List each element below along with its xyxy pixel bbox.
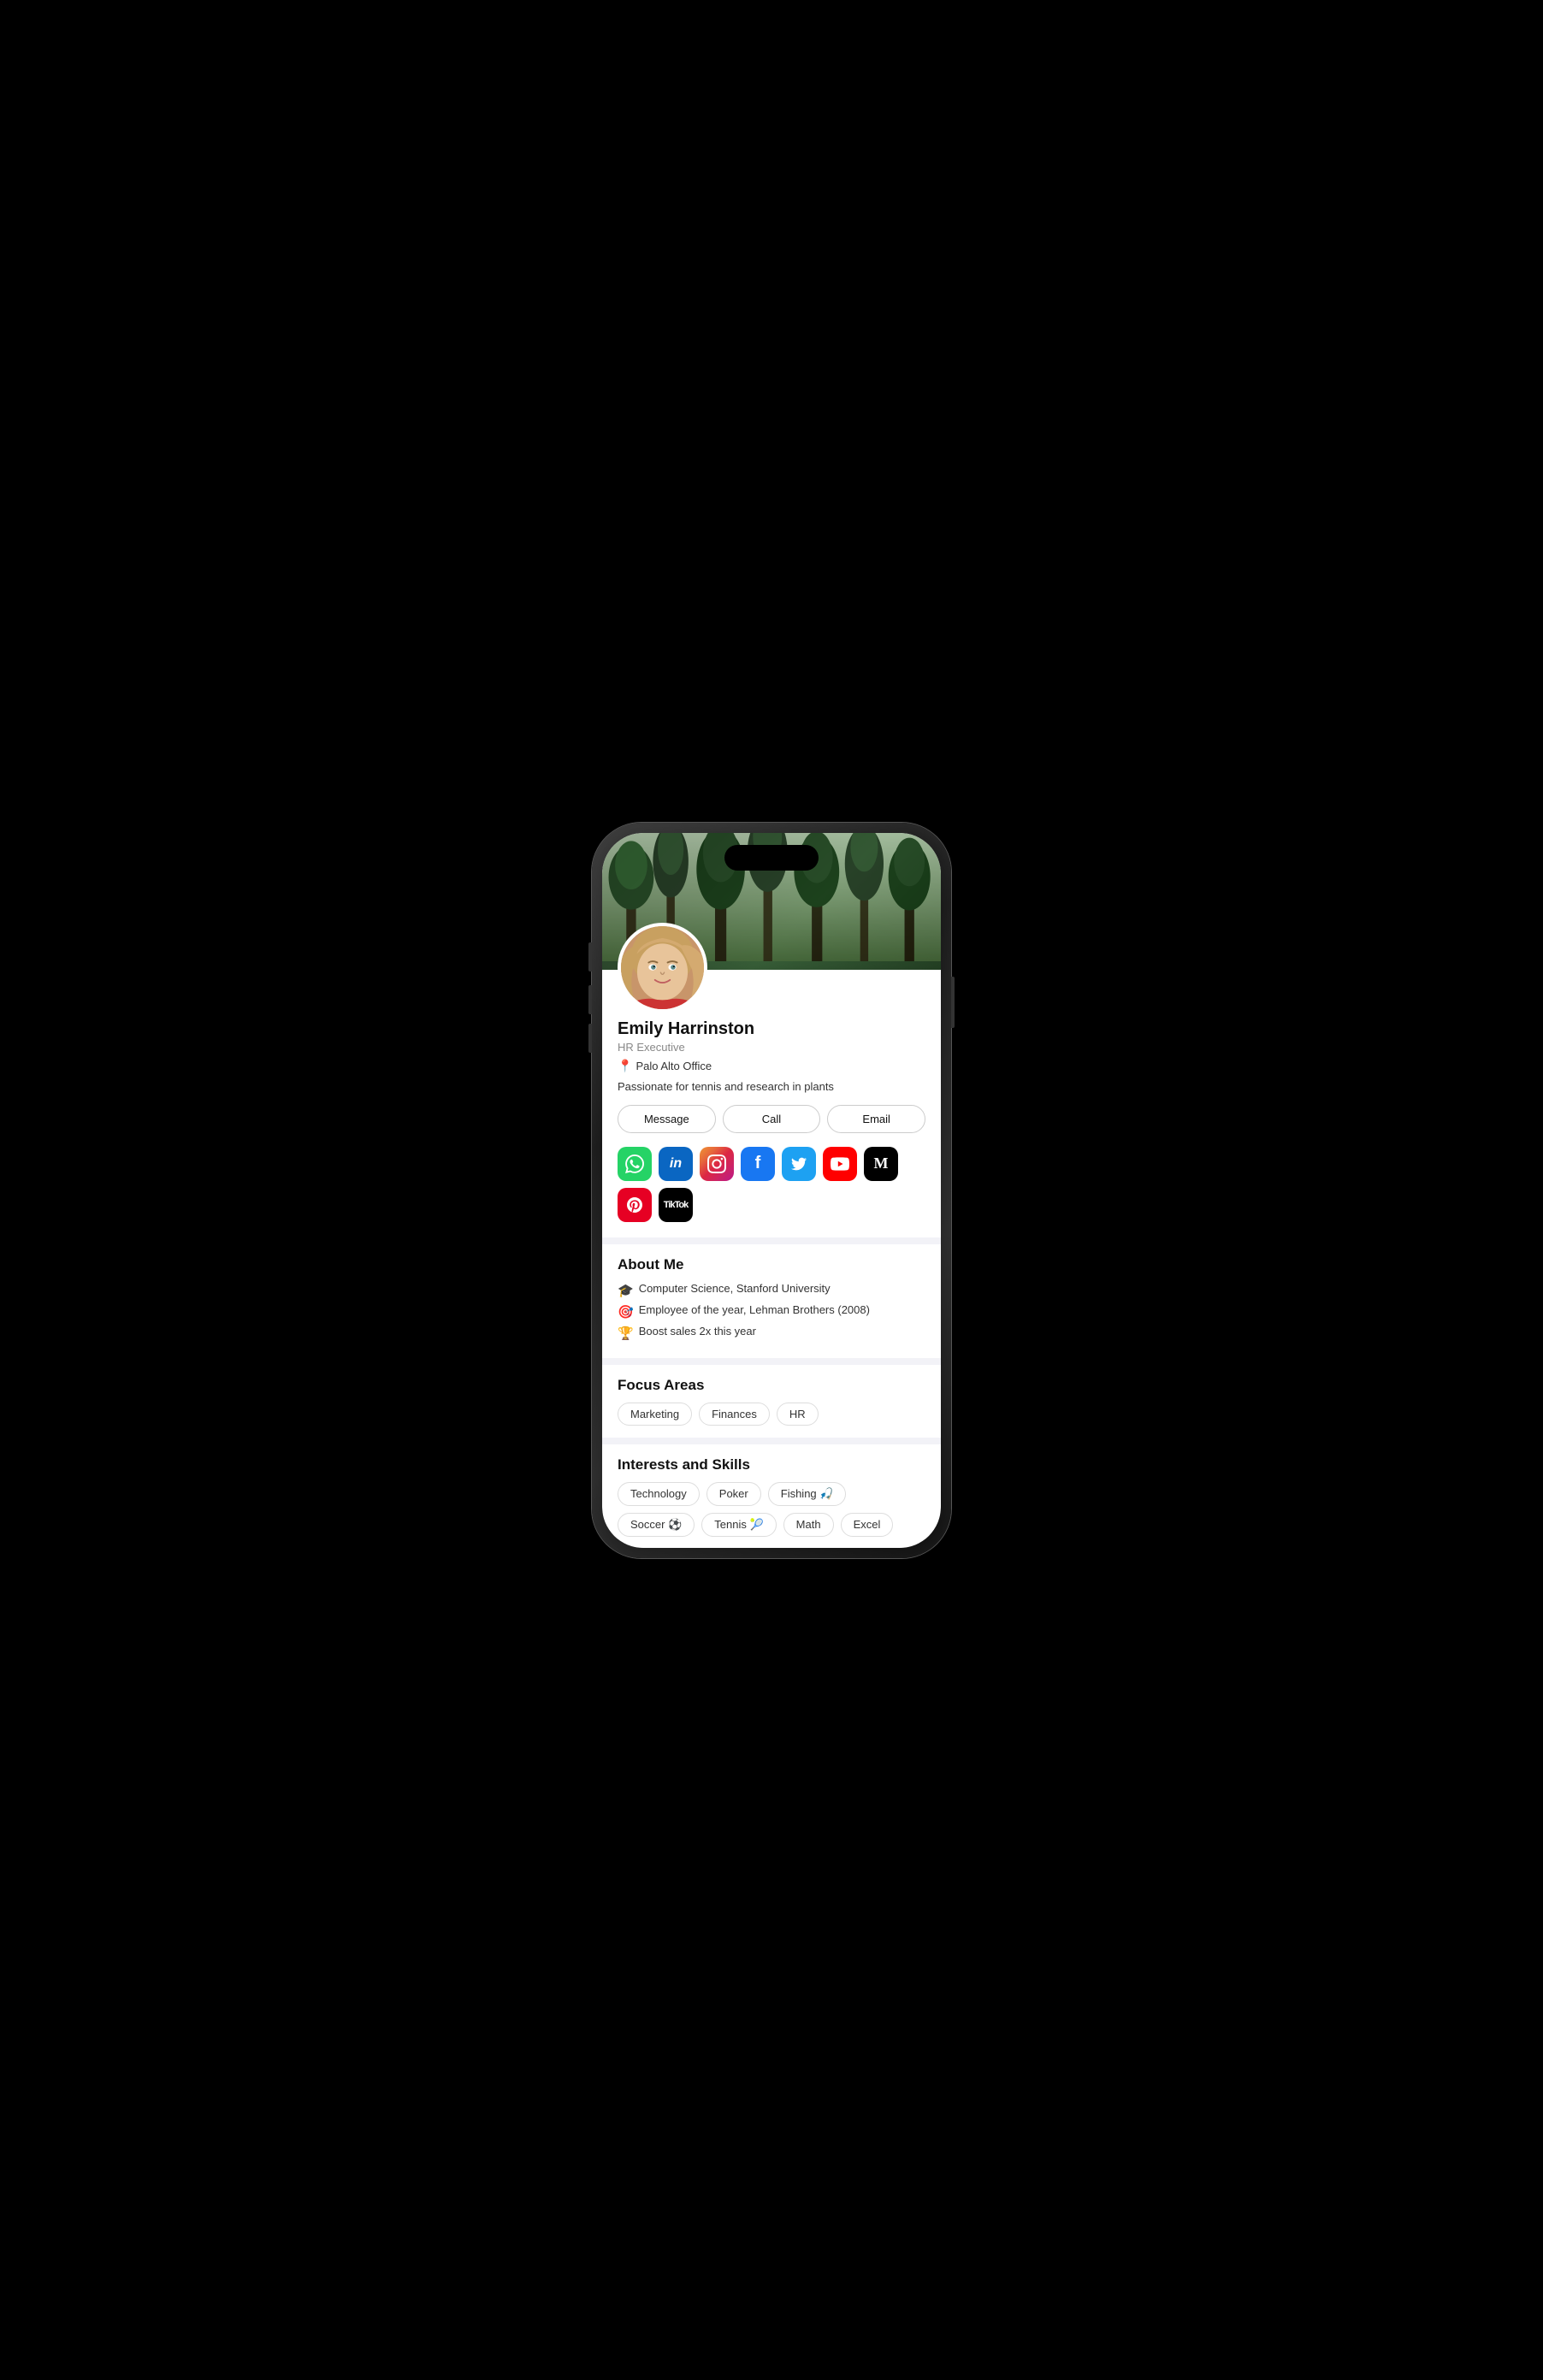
location-icon: 📍	[618, 1059, 632, 1073]
email-button[interactable]: Email	[827, 1105, 925, 1133]
about-text-0: Computer Science, Stanford University	[639, 1282, 831, 1295]
about-item-0: 🎓 Computer Science, Stanford University	[618, 1282, 925, 1298]
interests-title: Interests and Skills	[618, 1456, 925, 1473]
focus-tag-1: Finances	[699, 1403, 770, 1426]
user-title: HR Executive	[618, 1041, 925, 1054]
medium-icon[interactable]: M	[864, 1147, 898, 1181]
tiktok-icon[interactable]: TikTok	[659, 1188, 693, 1222]
focus-tag-0: Marketing	[618, 1403, 692, 1426]
bio-text: Passionate for tennis and research in pl…	[618, 1080, 925, 1093]
focus-title: Focus Areas	[618, 1377, 925, 1394]
youtube-icon[interactable]	[823, 1147, 857, 1181]
interest-tag-2: Fishing 🎣	[768, 1482, 847, 1506]
about-item-1: 🎯 Employee of the year, Lehman Brothers …	[618, 1303, 925, 1320]
focus-tags: Marketing Finances HR	[618, 1403, 925, 1426]
phone-inner: Emily Harrinston HR Executive 📍 Palo Alt…	[602, 833, 941, 1548]
interest-tag-3: Soccer ⚽	[618, 1513, 695, 1537]
call-button[interactable]: Call	[723, 1105, 821, 1133]
dynamic-island	[724, 845, 819, 871]
graduation-icon: 🎓	[618, 1283, 634, 1298]
about-text-1: Employee of the year, Lehman Brothers (2…	[639, 1303, 870, 1316]
about-text-2: Boost sales 2x this year	[639, 1325, 756, 1338]
instagram-icon[interactable]	[700, 1147, 734, 1181]
phone-frame: Emily Harrinston HR Executive 📍 Palo Alt…	[592, 823, 951, 1558]
location-row: 📍 Palo Alto Office	[618, 1059, 925, 1073]
target-icon: 🎯	[618, 1304, 634, 1320]
interest-tag-1: Poker	[706, 1482, 761, 1506]
user-name: Emily Harrinston	[618, 1019, 925, 1039]
interest-tag-6: Excel	[841, 1513, 894, 1537]
about-section: About Me 🎓 Computer Science, Stanford Un…	[602, 1244, 941, 1358]
action-buttons: Message Call Email	[618, 1105, 925, 1133]
avatar	[618, 923, 707, 1013]
phone-screen: Emily Harrinston HR Executive 📍 Palo Alt…	[602, 833, 941, 1548]
social-row: in f	[618, 1147, 925, 1222]
interest-tag-5: Math	[783, 1513, 834, 1537]
whatsapp-icon[interactable]	[618, 1147, 652, 1181]
about-item-2: 🏆 Boost sales 2x this year	[618, 1325, 925, 1341]
focus-section: Focus Areas Marketing Finances HR	[602, 1365, 941, 1438]
divider-3	[602, 1438, 941, 1444]
pinterest-icon[interactable]	[618, 1188, 652, 1222]
linkedin-icon[interactable]: in	[659, 1147, 693, 1181]
interests-tags: Technology Poker Fishing 🎣 Soccer ⚽ Tenn…	[618, 1482, 925, 1537]
message-button[interactable]: Message	[618, 1105, 716, 1133]
facebook-icon[interactable]: f	[741, 1147, 775, 1181]
about-title: About Me	[618, 1256, 925, 1273]
interest-tag-0: Technology	[618, 1482, 700, 1506]
interests-section: Interests and Skills Technology Poker Fi…	[602, 1444, 941, 1548]
trophy-icon: 🏆	[618, 1326, 634, 1341]
divider-2	[602, 1358, 941, 1365]
divider-1	[602, 1237, 941, 1244]
focus-tag-2: HR	[777, 1403, 819, 1426]
twitter-icon[interactable]	[782, 1147, 816, 1181]
location-text: Palo Alto Office	[636, 1060, 712, 1072]
interest-tag-4: Tennis 🎾	[701, 1513, 776, 1537]
profile-section: Emily Harrinston HR Executive 📍 Palo Alt…	[602, 923, 941, 1237]
screen-content[interactable]: Emily Harrinston HR Executive 📍 Palo Alt…	[602, 833, 941, 1548]
